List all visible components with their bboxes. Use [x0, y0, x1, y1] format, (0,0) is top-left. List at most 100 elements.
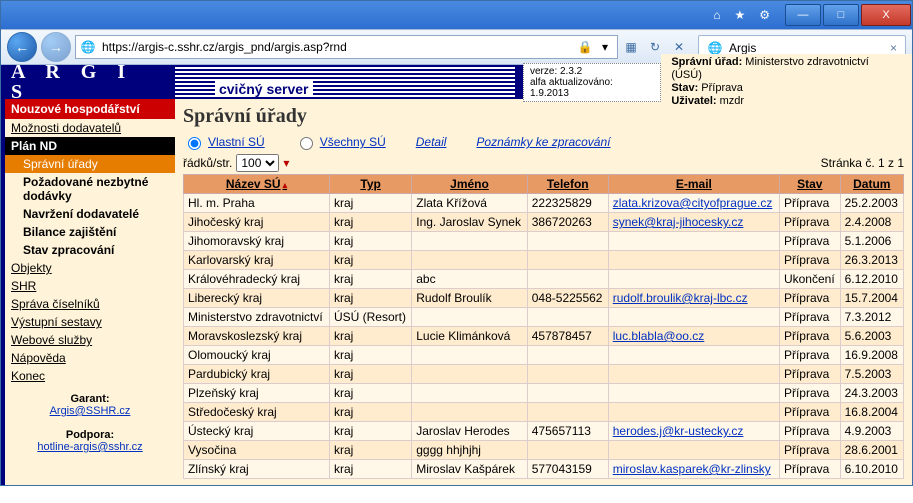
- col-email[interactable]: E-mail: [608, 175, 779, 194]
- table-row[interactable]: Ministerstvo zdravotnictvíÚSÚ (Resort)Př…: [184, 308, 904, 327]
- podpora-mail[interactable]: hotline-argis@sshr.cz: [37, 441, 142, 453]
- tools-icon[interactable]: ⚙: [759, 8, 770, 22]
- table-cell: [527, 308, 608, 327]
- table-row[interactable]: Pardubický krajkrajPříprava7.5.2003: [184, 365, 904, 384]
- nav-napoveda[interactable]: Nápověda: [5, 349, 175, 367]
- table-cell: [608, 270, 779, 289]
- table-row[interactable]: Hl. m. PrahakrajZlata Křížová222325829zl…: [184, 194, 904, 213]
- table-cell: Karlovarský kraj: [184, 251, 330, 270]
- table-row[interactable]: Plzeňský krajkrajPříprava24.3.2003: [184, 384, 904, 403]
- window-titlebar: ⌂ ★ ⚙ — □ X: [1, 1, 912, 29]
- table-cell: kraj: [329, 251, 411, 270]
- home-icon[interactable]: ⌂: [713, 8, 720, 22]
- col-date[interactable]: Datum: [840, 175, 903, 194]
- table-cell: Rudolf Broulík: [412, 289, 528, 308]
- table-row[interactable]: Olomoucký krajkrajPříprava16.9.2008: [184, 346, 904, 365]
- table-cell: 15.7.2004: [840, 289, 903, 308]
- version-box: verze: 2.3.2 alfa aktualizováno: 1.9.201…: [523, 63, 661, 102]
- email-link[interactable]: miroslav.kasparek@kr-zlinsky: [613, 462, 771, 476]
- address-bar[interactable]: 🌐 🔒 ▾: [75, 35, 618, 59]
- table-cell: Liberecký kraj: [184, 289, 330, 308]
- table-cell: Jihočeský kraj: [184, 213, 330, 232]
- table-cell: kraj: [329, 289, 411, 308]
- email-link[interactable]: rudolf.broulik@kraj-lbc.cz: [613, 291, 748, 305]
- table-cell: [608, 403, 779, 422]
- nav-nouzove[interactable]: Nouzové hospodářství: [5, 99, 175, 119]
- nav-plan-nd[interactable]: Plán ND: [5, 137, 175, 155]
- tab-title: Argis: [729, 41, 756, 55]
- nav-shr[interactable]: SHR: [5, 277, 175, 295]
- favorites-icon[interactable]: ★: [734, 8, 745, 22]
- table-row[interactable]: Vysočinakrajgggg hhjhjhjPříprava28.6.200…: [184, 441, 904, 460]
- radio-own[interactable]: Vlastní SÚ: [183, 134, 265, 150]
- email-link[interactable]: luc.blabla@oo.cz: [613, 329, 705, 343]
- nav-vystupni[interactable]: Výstupní sestavy: [5, 313, 175, 331]
- table-row[interactable]: Královéhradecký krajkrajabcUkončení6.12.…: [184, 270, 904, 289]
- email-link[interactable]: zlata.krizova@cityofprague.cz: [613, 196, 773, 210]
- table-cell: Příprava: [779, 460, 840, 479]
- table-cell: kraj: [329, 384, 411, 403]
- col-phone[interactable]: Telefon: [527, 175, 608, 194]
- radio-all-input[interactable]: [300, 137, 313, 150]
- table-row[interactable]: Karlovarský krajkrajPříprava26.3.2013: [184, 251, 904, 270]
- link-notes[interactable]: Poznámky ke zpracování: [476, 135, 610, 149]
- nav-sprava[interactable]: Správa číselníků: [5, 295, 175, 313]
- table-cell: Miroslav Kašpárek: [412, 460, 528, 479]
- app-root: A R G I S cvičný server verze: 2.3.2 alf…: [1, 65, 912, 485]
- forward-button[interactable]: →: [41, 32, 71, 62]
- email-link[interactable]: synek@kraj-jihocesky.cz: [613, 215, 744, 229]
- table-cell: Ukončení: [779, 270, 840, 289]
- table-row[interactable]: Středočeský krajkrajPříprava16.8.2004: [184, 403, 904, 422]
- nav-webove[interactable]: Webové služby: [5, 331, 175, 349]
- url-input[interactable]: [100, 39, 573, 55]
- col-type[interactable]: Typ: [329, 175, 411, 194]
- col-person[interactable]: Jméno: [412, 175, 528, 194]
- maximize-button[interactable]: □: [823, 4, 859, 26]
- table-cell: Příprava: [779, 441, 840, 460]
- tab-close-icon[interactable]: ×: [890, 41, 897, 55]
- nav-stav[interactable]: Stav zpracování: [5, 241, 175, 259]
- rows-select[interactable]: 100: [236, 154, 279, 172]
- table-cell: zlata.krizova@cityofprague.cz: [608, 194, 779, 213]
- table-cell: [608, 346, 779, 365]
- table-cell: 16.8.2004: [840, 403, 903, 422]
- table-cell: Příprava: [779, 403, 840, 422]
- table-row[interactable]: Jihomoravský krajkrajPříprava5.1.2006: [184, 232, 904, 251]
- radio-all[interactable]: Všechny SÚ: [295, 134, 386, 150]
- table-cell: gggg hhjhjhj: [412, 441, 528, 460]
- back-button[interactable]: ←: [7, 32, 37, 62]
- table-cell: 16.9.2008: [840, 346, 903, 365]
- table-cell: Lucie Klimánková: [412, 327, 528, 346]
- nav-spravni-urady[interactable]: Správní úřady: [5, 155, 175, 173]
- table-header-row: Název SÚ▴ Typ Jméno Telefon E-mail Stav …: [184, 175, 904, 194]
- nav-objekty[interactable]: Objekty: [5, 259, 175, 277]
- nav-konec[interactable]: Konec: [5, 367, 175, 385]
- table-cell: [527, 251, 608, 270]
- table-cell: Hl. m. Praha: [184, 194, 330, 213]
- table-row[interactable]: Jihočeský krajkrajIng. Jaroslav Synek386…: [184, 213, 904, 232]
- email-link[interactable]: herodes.j@kr-ustecky.cz: [613, 424, 744, 438]
- radio-own-input[interactable]: [188, 137, 201, 150]
- nav-bilance[interactable]: Bilance zajištění: [5, 223, 175, 241]
- link-detail[interactable]: Detail: [416, 135, 447, 149]
- col-state[interactable]: Stav: [779, 175, 840, 194]
- dropdown-icon[interactable]: ▾: [597, 39, 613, 55]
- nav-pozadovane[interactable]: Požadované nezbytné dodávky: [5, 173, 175, 205]
- table-cell: 222325829: [527, 194, 608, 213]
- nav-navrzeni[interactable]: Navržení dodavatelé: [5, 205, 175, 223]
- garant-mail[interactable]: Argis@SSHR.cz: [50, 405, 131, 417]
- table-row[interactable]: Liberecký krajkrajRudolf Broulík048-5225…: [184, 289, 904, 308]
- nav-moznosti[interactable]: Možnosti dodavatelů: [5, 119, 175, 137]
- table-cell: 5.1.2006: [840, 232, 903, 251]
- table-row[interactable]: Moravskoslezský krajkrajLucie Klimánková…: [184, 327, 904, 346]
- table-row[interactable]: Zlínský krajkrajMiroslav Kašpárek5770431…: [184, 460, 904, 479]
- close-button[interactable]: X: [861, 4, 911, 26]
- table-row[interactable]: Ústecký krajkrajJaroslav Herodes47565711…: [184, 422, 904, 441]
- side-nav: Nouzové hospodářství Možnosti dodavatelů…: [1, 99, 175, 485]
- table-cell: kraj: [329, 213, 411, 232]
- col-name[interactable]: Název SÚ▴: [184, 175, 330, 194]
- table-cell: Příprava: [779, 289, 840, 308]
- compat-icon[interactable]: ▦: [622, 38, 640, 56]
- minimize-button[interactable]: —: [785, 4, 821, 26]
- table-cell: [412, 365, 528, 384]
